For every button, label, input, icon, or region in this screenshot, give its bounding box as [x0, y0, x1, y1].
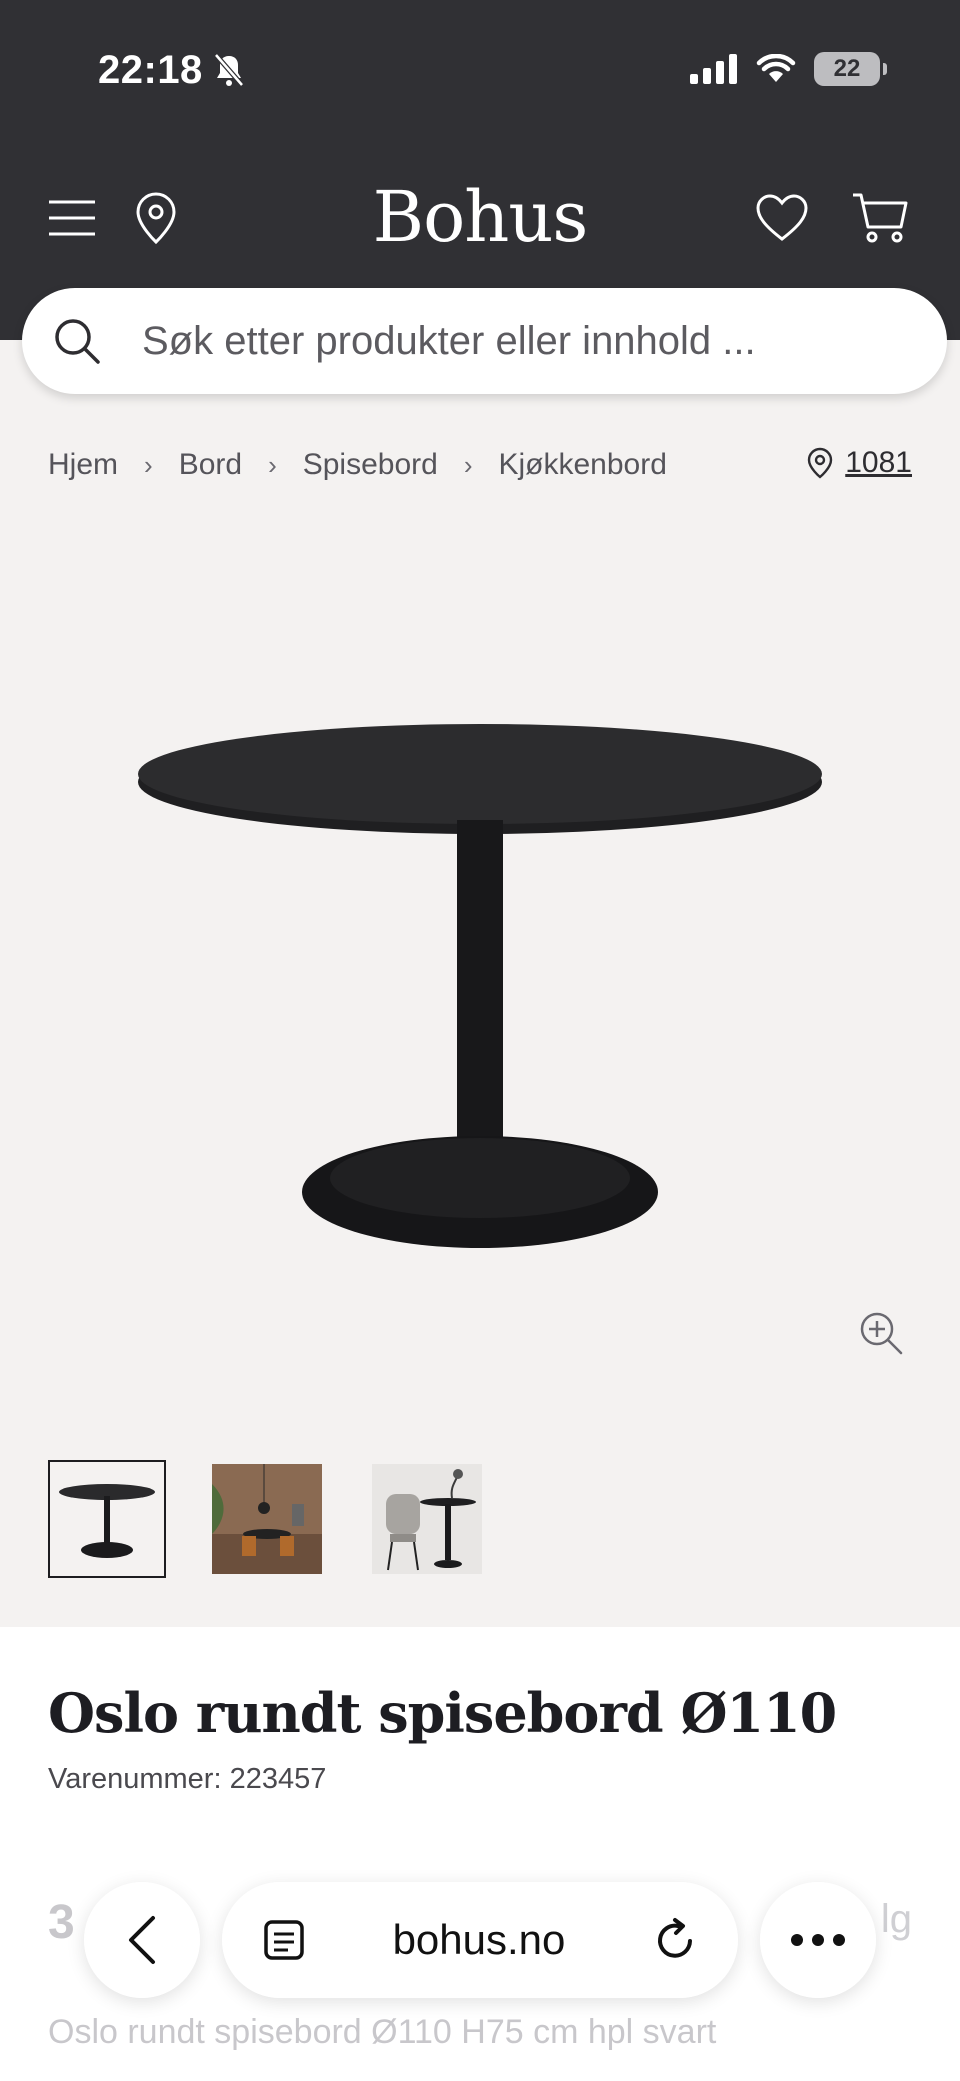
cart-icon[interactable] [850, 188, 910, 248]
battery-level: 22 [833, 55, 861, 82]
faded-text-right: lg [880, 1897, 912, 1941]
more-button[interactable] [760, 1882, 876, 1998]
bohus-logo[interactable]: Bohus [0, 176, 960, 258]
reader-mode-icon[interactable] [262, 1918, 306, 1962]
product-title: Oslo rundt spisebord Ø110 [48, 1681, 837, 1745]
back-button[interactable] [84, 1882, 200, 1998]
heart-icon[interactable] [752, 188, 812, 248]
product-sku: Varenummer: 223457 [48, 1763, 327, 1795]
product-image[interactable] [100, 680, 860, 1260]
more-icon [791, 1934, 845, 1946]
bell-muted-icon [214, 53, 244, 87]
product-details: Oslo rundt spisebord Ø110 Varenummer: 22… [0, 1627, 960, 2081]
store-label[interactable]: 1081 [845, 446, 912, 480]
status-indicators: 22 [690, 52, 887, 86]
image-thumbnails [48, 1460, 486, 1578]
breadcrumb: Hjem › Bord › Spisebord › Kjøkkenbord [48, 448, 667, 482]
zoom-in-icon[interactable] [858, 1310, 904, 1356]
chevron-right-icon: › [463, 449, 473, 480]
breadcrumb-item-kjokkenbord[interactable]: Kjøkkenbord [499, 448, 667, 482]
thumbnail-3[interactable] [368, 1460, 486, 1578]
product-description: Oslo rundt spisebord Ø110 H75 cm hpl sva… [48, 2013, 717, 2051]
address-bar[interactable]: bohus.no [222, 1882, 738, 1998]
search-bar[interactable] [22, 288, 947, 394]
chevron-left-icon [129, 1916, 155, 1964]
status-time: 22:18 [98, 48, 203, 92]
breadcrumb-item-hjem[interactable]: Hjem [48, 448, 118, 482]
chevron-right-icon: › [144, 449, 153, 480]
reload-icon[interactable] [652, 1917, 698, 1963]
location-pin-icon [808, 447, 833, 479]
breadcrumb-item-spisebord[interactable]: Spisebord [303, 448, 438, 482]
battery-icon: 22 [814, 52, 887, 86]
thumbnail-1[interactable] [48, 1460, 166, 1578]
signal-icon [690, 54, 737, 84]
product-price: 3 [48, 1896, 75, 1949]
breadcrumb-item-bord[interactable]: Bord [179, 448, 242, 482]
chevron-right-icon: › [268, 449, 277, 480]
search-input[interactable] [142, 318, 902, 364]
store-selector[interactable]: 1081 [807, 446, 912, 480]
url-text[interactable]: bohus.no [393, 1916, 566, 1964]
search-icon [55, 319, 100, 364]
thumbnail-2[interactable] [208, 1460, 326, 1578]
wifi-icon [756, 54, 796, 82]
